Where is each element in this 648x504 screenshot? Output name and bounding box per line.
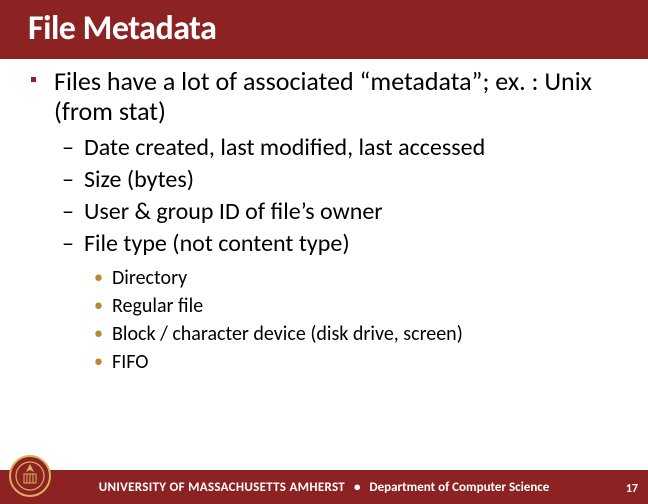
page-number: 17 (626, 482, 638, 496)
bullet-level2: File type (not content type) (84, 229, 618, 259)
bullet-level3: Block / character device (disk drive, sc… (112, 321, 618, 347)
bullet-level2: Date created, last modified, last access… (84, 133, 618, 163)
title-bar: File Metadata (0, 0, 648, 59)
university-seal-icon (8, 454, 52, 498)
slide-title: File Metadata (28, 8, 648, 49)
footer-department: Department of Computer Science (369, 480, 549, 495)
bullet-level2: Size (bytes) (84, 165, 618, 195)
content-area: Files have a lot of associated “metadata… (0, 59, 648, 375)
footer-bar: UNIVERSITY OF MASSACHUSETTS AMHERST • De… (0, 470, 648, 504)
bullet-level3: FIFO (112, 349, 618, 375)
bullet-level2: User & group ID of file’s owner (84, 197, 618, 227)
footer-text: UNIVERSITY OF MASSACHUSETTS AMHERST • De… (0, 480, 648, 495)
footer-university: UNIVERSITY OF MASSACHUSETTS AMHERST (99, 480, 345, 495)
slide: File Metadata Files have a lot of associ… (0, 0, 648, 504)
footer-separator: • (354, 480, 360, 495)
bullet-level1: Files have a lot of associated “metadata… (54, 67, 618, 127)
bullet-level2-group: Date created, last modified, last access… (54, 133, 618, 375)
bullet-level3-group: Directory Regular file Block / character… (84, 265, 618, 375)
bullet-level3: Directory (112, 265, 618, 291)
bullet-level3: Regular file (112, 293, 618, 319)
